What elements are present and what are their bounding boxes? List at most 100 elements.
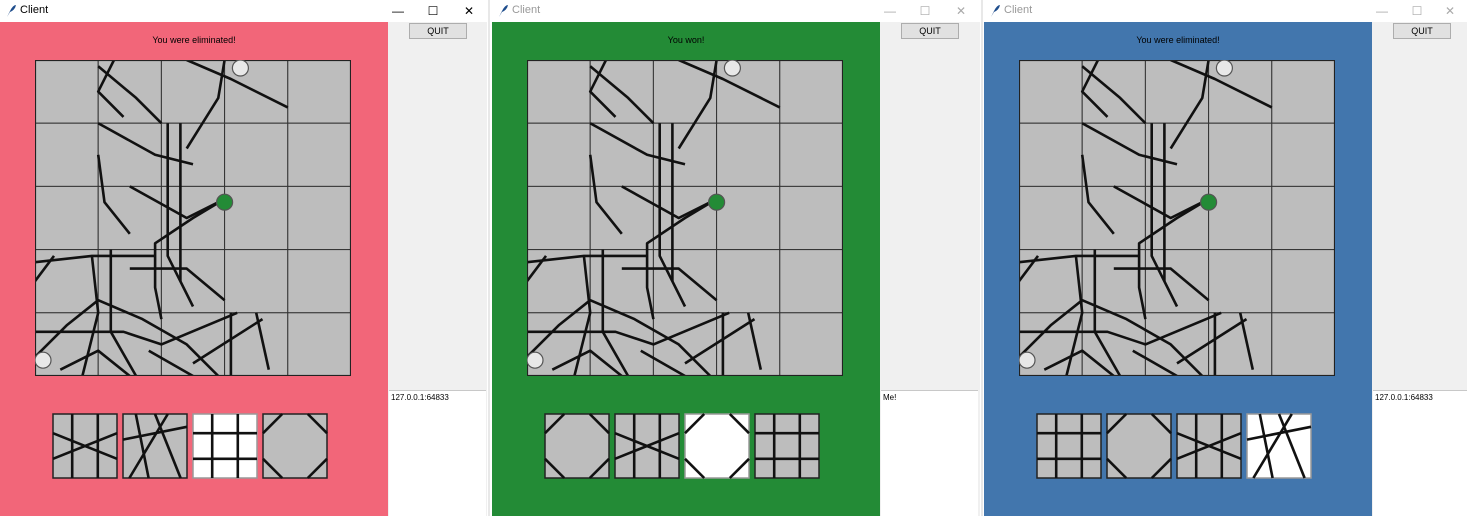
board-tile[interactable]	[35, 185, 99, 251]
game-board[interactable]	[35, 60, 351, 376]
board-tile[interactable]	[716, 122, 781, 187]
board-tile[interactable]	[1271, 249, 1335, 314]
quit-button[interactable]: QUIT	[901, 23, 959, 39]
hand-tile[interactable]	[1106, 413, 1172, 479]
close-button[interactable]: ✕	[452, 0, 486, 22]
board-tile[interactable]	[1271, 60, 1335, 124]
board-tile[interactable]	[1208, 249, 1273, 314]
close-icon: ✕	[955, 4, 967, 18]
board-tile[interactable]	[160, 122, 226, 187]
board-tile[interactable]	[287, 185, 351, 251]
message-log[interactable]: 127.0.0.1:64833	[1373, 390, 1467, 516]
board-tile[interactable]	[1144, 249, 1210, 314]
eliminated-token	[1215, 60, 1233, 77]
hand-tile[interactable]	[192, 413, 258, 479]
close-button[interactable]: ✕	[1433, 0, 1467, 22]
message-log[interactable]: 127.0.0.1:64833	[389, 390, 486, 516]
game-status: You were eliminated!	[152, 35, 236, 45]
board-tile[interactable]	[779, 312, 843, 376]
board-tile[interactable]	[160, 60, 226, 124]
hand-tile[interactable]	[1036, 413, 1102, 479]
hand-tiles[interactable]	[52, 412, 332, 480]
board-tile[interactable]	[589, 185, 654, 251]
title-bar[interactable]: Client — ☐ ✕	[492, 0, 980, 22]
maximize-icon: ☐	[427, 4, 439, 18]
maximize-icon: ☐	[1411, 4, 1423, 18]
close-button[interactable]: ✕	[944, 0, 978, 22]
hand-tile[interactable]	[1176, 413, 1242, 479]
board-tile[interactable]	[527, 185, 591, 251]
board-tile[interactable]	[160, 249, 226, 314]
board-tile[interactable]	[1019, 122, 1083, 187]
board-tile[interactable]	[1208, 122, 1273, 187]
hand-tile[interactable]	[1246, 413, 1312, 479]
game-status: You were eliminated!	[1136, 35, 1220, 45]
board-tile[interactable]	[1019, 60, 1083, 124]
log-entry: 127.0.0.1:64833	[1375, 393, 1433, 402]
maximize-button[interactable]: ☐	[416, 0, 450, 22]
title-bar[interactable]: Client — ☐ ✕	[0, 0, 487, 22]
board-tile[interactable]	[652, 60, 718, 124]
hand-tile[interactable]	[52, 413, 118, 479]
board-tile[interactable]	[779, 185, 843, 251]
message-log[interactable]: Me!	[881, 390, 978, 516]
board-tile[interactable]	[97, 185, 162, 251]
board-tile[interactable]	[779, 122, 843, 187]
board-tile[interactable]	[779, 249, 843, 314]
board-tile[interactable]	[1081, 122, 1146, 187]
board-tile[interactable]	[224, 122, 289, 187]
feather-icon	[991, 5, 1000, 17]
hand-tile[interactable]	[262, 413, 328, 479]
quit-button[interactable]: QUIT	[1393, 23, 1451, 39]
board-tile[interactable]	[287, 60, 351, 124]
maximize-button[interactable]: ☐	[908, 0, 942, 22]
board-tile[interactable]	[287, 312, 351, 376]
board-tile[interactable]	[287, 249, 351, 314]
game-canvas[interactable]: You were eliminated!	[984, 22, 1372, 516]
quit-button[interactable]: QUIT	[409, 23, 467, 39]
board-tile[interactable]	[716, 185, 781, 251]
hand-tile[interactable]	[122, 413, 188, 479]
window-title: Client	[20, 4, 49, 16]
minimize-button[interactable]: —	[873, 0, 907, 22]
board-tile[interactable]	[1208, 185, 1273, 251]
hand-tile[interactable]	[754, 413, 820, 479]
title-bar[interactable]: Client — ☐ ✕	[984, 0, 1467, 22]
board-tile[interactable]	[527, 122, 591, 187]
hand-tiles[interactable]	[1036, 412, 1316, 480]
hand-tile[interactable]	[684, 413, 750, 479]
board-tile[interactable]	[97, 122, 162, 187]
minimize-icon: —	[1376, 4, 1388, 18]
board-tile[interactable]	[1271, 312, 1335, 376]
board-tile[interactable]	[1271, 122, 1335, 187]
board-tile[interactable]	[224, 249, 289, 314]
game-board[interactable]	[527, 60, 843, 376]
game-canvas[interactable]: You were eliminated!	[0, 22, 388, 516]
game-board[interactable]	[1019, 60, 1335, 376]
board-tile[interactable]	[716, 249, 781, 314]
board-tile[interactable]	[1019, 185, 1083, 251]
board-tile[interactable]	[652, 122, 718, 187]
board-tile[interactable]	[1081, 185, 1146, 251]
board-tile[interactable]	[224, 185, 289, 251]
minimize-button[interactable]: —	[1365, 0, 1399, 22]
board-tile[interactable]	[589, 122, 654, 187]
board-tile[interactable]	[652, 249, 718, 314]
hand-tiles[interactable]	[544, 412, 824, 480]
board-tile[interactable]	[35, 60, 99, 124]
board-tile[interactable]	[35, 122, 99, 187]
board-tile[interactable]	[1144, 122, 1210, 187]
game-canvas[interactable]: You won!	[492, 22, 880, 516]
board-tile[interactable]	[1271, 185, 1335, 251]
player-token	[1200, 193, 1218, 211]
board-tile[interactable]	[1144, 60, 1210, 124]
hand-tile[interactable]	[544, 413, 610, 479]
maximize-button[interactable]: ☐	[1400, 0, 1434, 22]
window-title: Client	[512, 4, 541, 16]
board-tile[interactable]	[287, 122, 351, 187]
board-tile[interactable]	[527, 60, 591, 124]
board-tile[interactable]	[779, 60, 843, 124]
side-panel: QUIT 127.0.0.1:64833	[389, 22, 486, 516]
minimize-button[interactable]: —	[381, 0, 415, 22]
hand-tile[interactable]	[614, 413, 680, 479]
